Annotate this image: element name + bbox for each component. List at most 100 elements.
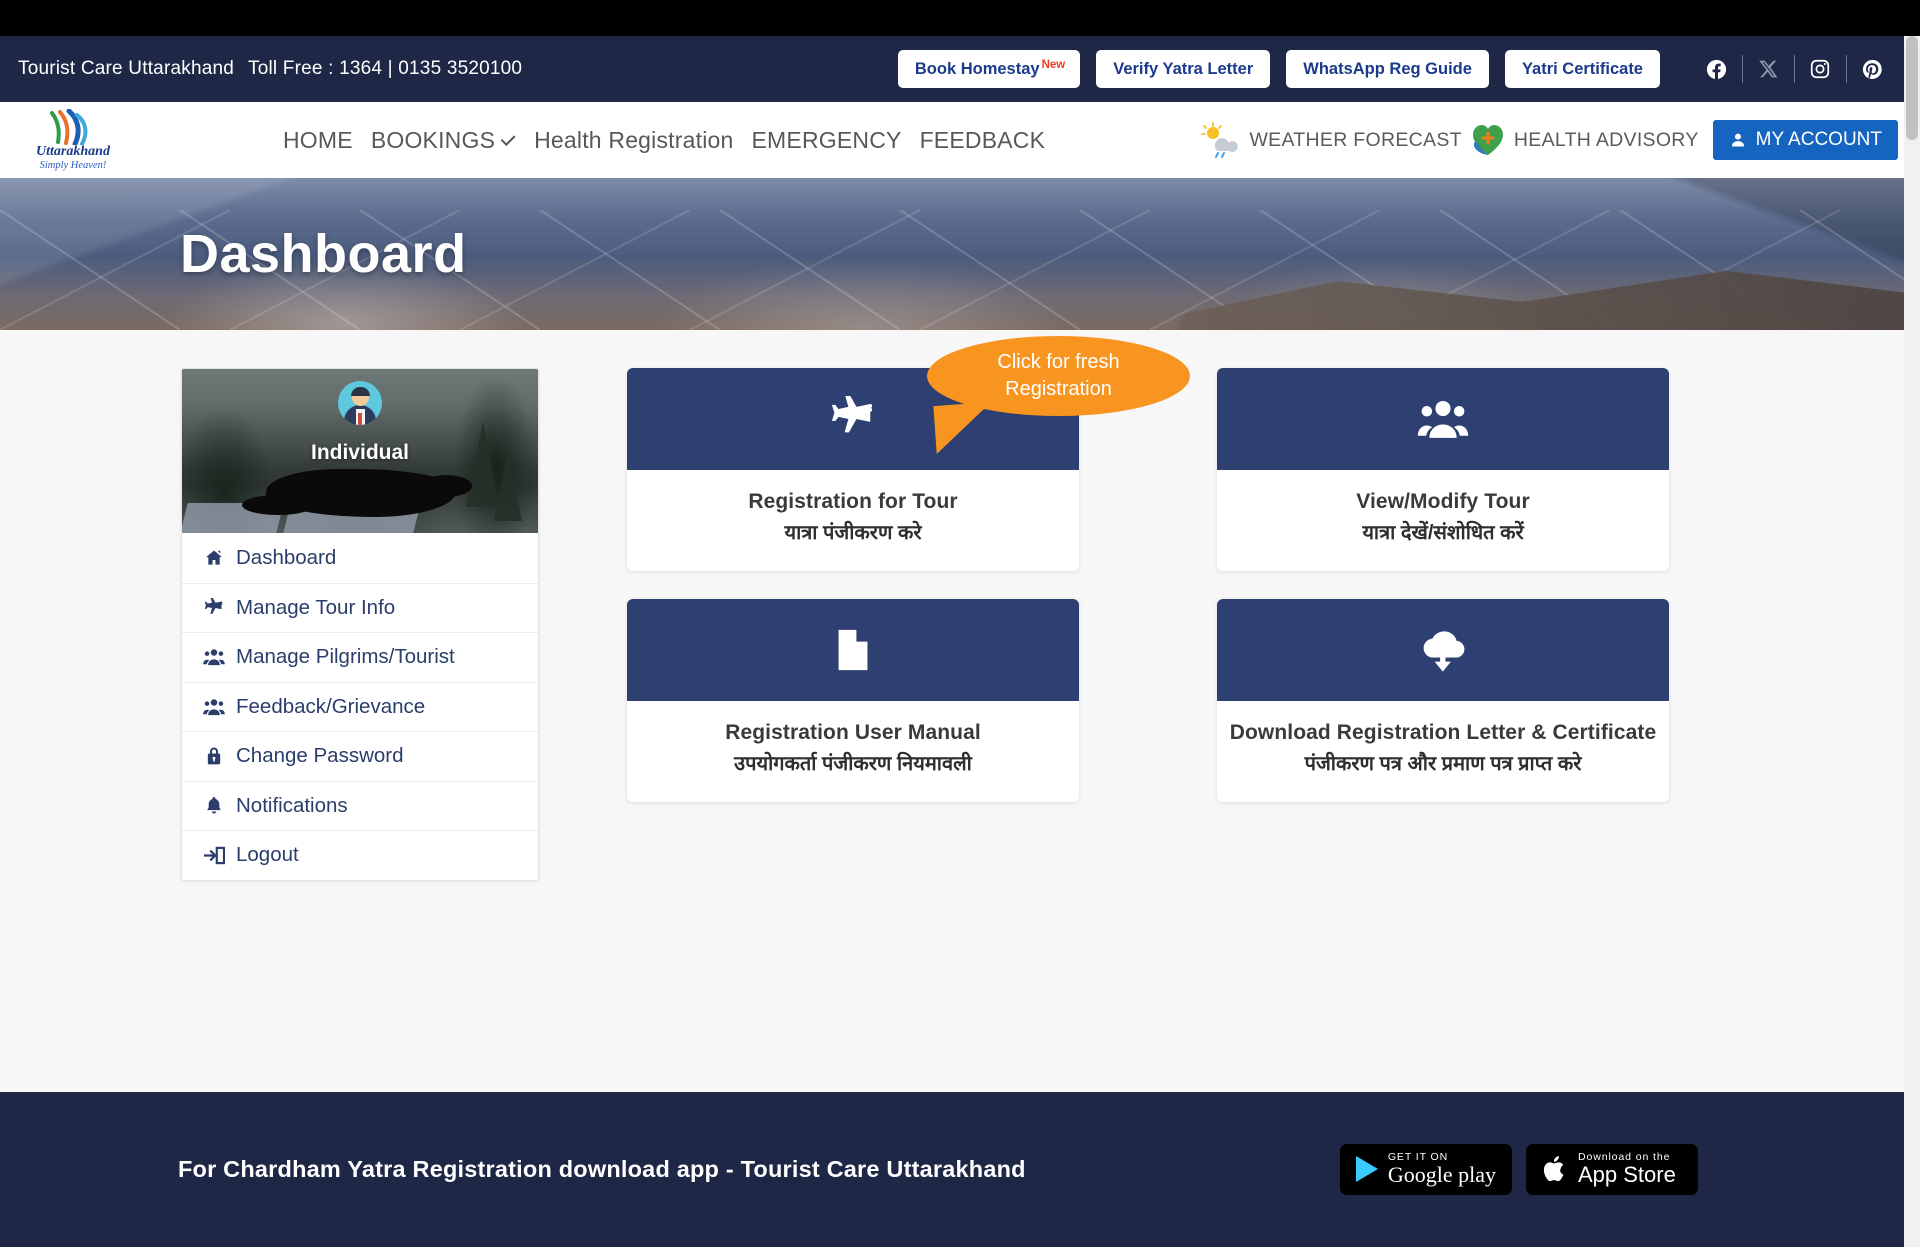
card-registration-user-manual[interactable]: Registration User Manual उपयोगकर्ता पंजी… [627,599,1079,802]
document-icon [838,629,869,671]
bell-icon [202,796,226,816]
yatri-certificate-button[interactable]: Yatri Certificate [1504,49,1660,89]
sidebar-item-label: Logout [236,843,299,867]
facebook-icon[interactable] [1690,52,1742,86]
card-text-area: Registration for Tour यात्रा पंजीकरण करे [627,470,1079,571]
main-navigation-bar: Uttarakhand Simply Heaven! HOME BOOKINGS… [0,102,1920,178]
nav-item-health-registration[interactable]: Health Registration [534,127,733,154]
callout-text: Click for fresh Registration [997,349,1119,403]
logo-wordmark: Uttarakhand [36,144,110,160]
card-title-hi: यात्रा पंजीकरण करे [784,522,922,544]
health-advisory-link[interactable]: HEALTH ADVISORY [1514,129,1699,152]
page-scrollbar[interactable] [1904,36,1920,1247]
card-icon-area [1217,599,1669,701]
card-text-area: Download Registration Letter & Certifica… [1217,701,1669,802]
nav-links: HOME BOOKINGS Health Registration EMERGE… [283,127,1045,154]
card-view-modify-tour[interactable]: View/Modify Tour यात्रा देखें/संशोधित कर… [1217,368,1669,571]
weather-icon [1201,122,1239,158]
logo-tagline: Simply Heaven! [39,159,107,171]
google-play-big-label: Google play [1387,1162,1496,1188]
page-title: Dashboard [180,224,467,284]
nav-item-bookings[interactable]: BOOKINGS [371,127,516,154]
sidebar-item-change-password[interactable]: Change Password [182,731,538,781]
dashboard-card-grid: Registration for Tour यात्रा पंजीकरण करे… [627,368,1673,802]
lock-icon [202,746,226,766]
nav-item-emergency[interactable]: EMERGENCY [752,127,902,154]
card-title-hi: यात्रा देखें/संशोधित करें [1362,522,1524,544]
sidebar-item-manage-tour-info[interactable]: Manage Tour Info [182,582,538,632]
google-play-icon [1355,1156,1378,1183]
footer-text: For Chardham Yatra Registration download… [178,1156,1026,1182]
sidebar-item-notifications[interactable]: Notifications [182,780,538,830]
google-play-badge[interactable]: GET IT ON Google play [1339,1144,1512,1195]
topbar-actions: Book Homestay New Verify Yatra Letter Wha… [897,49,1898,89]
nav-item-home[interactable]: HOME [283,127,353,154]
pinterest-icon[interactable] [1846,52,1898,86]
sidebar-item-label: Manage Pilgrims/Tourist [236,645,455,669]
toll-free-text: Toll Free : 1364 | 0135 3520100 [248,58,523,79]
callout-line-2: Registration [1005,378,1112,400]
scrollbar-thumb[interactable] [1906,36,1918,140]
page-root: Tourist Care Uttarakhand Toll Free : 136… [0,0,1920,1247]
chevron-down-icon [500,131,516,147]
callout-bubble: Click for fresh Registration [927,336,1190,454]
callout-tail [933,402,995,454]
sidebar-item-feedback-grievance[interactable]: Feedback/Grievance [182,681,538,731]
new-badge: New [1041,58,1066,71]
whatsapp-reg-guide-button[interactable]: WhatsApp Reg Guide [1286,49,1489,89]
sidebar-item-label: Dashboard [236,545,337,569]
sidebar-menu: Dashboard Manage Tour Info Manage Pilgri… [182,533,538,880]
nav-item-bookings-label: BOOKINGS [370,126,496,153]
avatar [338,381,382,425]
card-text-area: View/Modify Tour यात्रा देखें/संशोधित कर… [1217,470,1669,571]
sidebar-item-logout[interactable]: Logout [182,830,538,880]
nav-item-feedback[interactable]: FEEDBACK [920,127,1046,154]
instagram-icon[interactable] [1794,52,1846,86]
book-homestay-button[interactable]: Book Homestay New [897,49,1081,89]
card-title-hi: उपयोगकर्ता पंजीकरण नियमावली [734,753,972,775]
app-store-badge[interactable]: Download on the App Store [1526,1144,1698,1195]
app-store-badges: GET IT ON Google play Download on the Ap… [1339,1144,1890,1195]
x-twitter-icon[interactable] [1742,52,1794,86]
card-icon-area [1217,368,1669,470]
my-account-button[interactable]: MY ACCOUNT [1712,120,1898,160]
app-store-big-label: App Store [1578,1162,1676,1188]
user-icon [1731,133,1744,147]
sidebar-item-label: Manage Tour Info [236,595,396,619]
topbar-left-group: Tourist Care Uttarakhand Toll Free : 136… [18,58,522,80]
book-homestay-label: Book Homestay [914,59,1040,78]
card-text-area: Registration User Manual उपयोगकर्ता पंजी… [627,701,1079,802]
card-title-en: Registration for Tour [748,490,958,513]
users-icon [202,698,226,716]
card-title-en: View/Modify Tour [1356,490,1530,513]
verify-yatra-letter-button[interactable]: Verify Yatra Letter [1096,49,1271,89]
users-icon [1417,400,1469,438]
plane-icon [202,597,226,618]
sidebar-item-label: Feedback/Grievance [236,694,426,718]
card-title-hi: पंजीकरण पत्र और प्रमाण पत्र प्राप्त करे [1304,753,1582,775]
users-icon [202,648,226,666]
card-title-en: Registration User Manual [725,721,981,744]
card-download-registration-letter[interactable]: Download Registration Letter & Certifica… [1217,599,1669,802]
page-hero-banner: Dashboard [0,178,1920,330]
sidebar-item-dashboard[interactable]: Dashboard [182,533,538,583]
logo-mark-icon [50,109,88,146]
dashboard-sidebar: Individual Dashboard Manage Tour Info Ma… [181,368,539,881]
sidebar-item-manage-pilgrims[interactable]: Manage Pilgrims/Tourist [182,632,538,682]
redacted-username [242,469,472,517]
home-icon [202,548,226,568]
browser-chrome-strip [0,0,1920,36]
nav-right-group: WEATHER FORECAST HEALTH ADVISORY MY ACCO… [1199,120,1898,160]
health-advisory-icon [1472,125,1503,155]
apple-icon [1543,1156,1564,1182]
callout-line-1: Click for fresh [997,351,1120,373]
card-title-en: Download Registration Letter & Certifica… [1229,721,1657,744]
card-icon-area [627,599,1079,701]
site-brand-text: Tourist Care Uttarakhand [18,58,235,79]
sidebar-item-label: Change Password [236,744,404,768]
top-utility-bar: Tourist Care Uttarakhand Toll Free : 136… [0,36,1920,102]
cloud-download-icon [1423,631,1465,672]
weather-forecast-link[interactable]: WEATHER FORECAST [1249,129,1461,152]
uttarakhand-logo[interactable]: Uttarakhand Simply Heaven! [18,109,128,171]
profile-header: Individual [182,369,538,533]
